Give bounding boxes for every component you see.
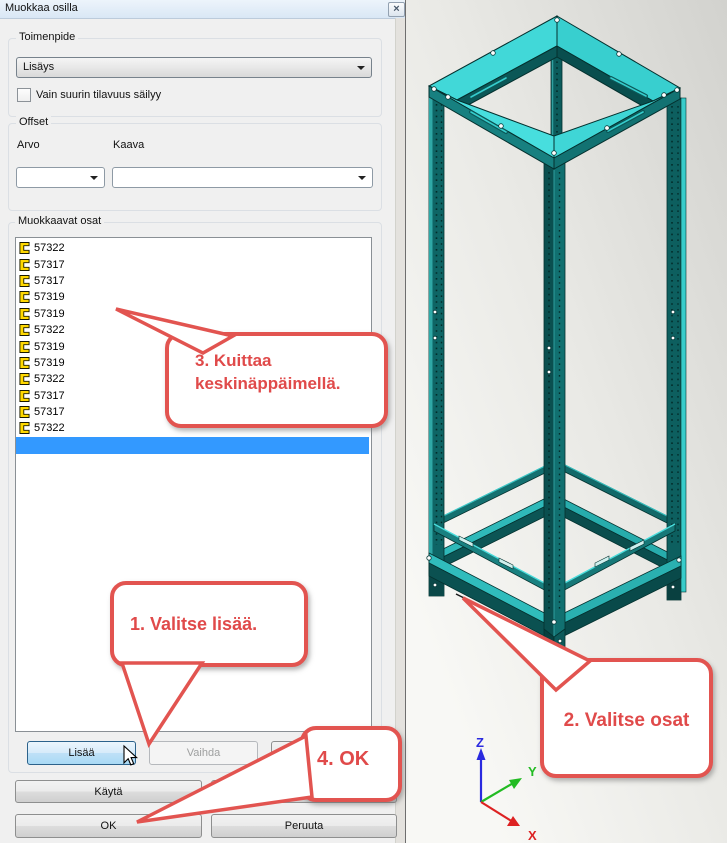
chevron-down-icon xyxy=(90,176,98,180)
group-toimenpide-label: Toimenpide xyxy=(16,31,78,43)
part-icon xyxy=(19,373,30,385)
part-icon xyxy=(19,324,30,336)
axis-y-label: Y xyxy=(528,764,537,779)
part-icon xyxy=(19,406,30,418)
group-parts-label: Muokkaavat osat xyxy=(15,215,104,227)
app-screen: Muokkaa osilla × Toimenpide Lisäys Vain … xyxy=(0,0,727,843)
arvo-combobox[interactable] xyxy=(16,167,105,188)
part-id: 57319 xyxy=(34,308,65,320)
list-item[interactable]: 57322 xyxy=(16,240,371,256)
kaava-combobox[interactable] xyxy=(112,167,373,188)
part-icon xyxy=(19,259,30,271)
rack-front-post[interactable] xyxy=(544,160,565,666)
callout-step4: 4. OK xyxy=(300,726,402,802)
part-id: 57322 xyxy=(34,373,65,385)
part-id: 57319 xyxy=(34,357,65,369)
rack-left-post[interactable] xyxy=(429,96,444,596)
part-id: 57317 xyxy=(34,390,65,402)
part-icon xyxy=(19,341,30,353)
part-icon xyxy=(19,308,30,320)
part-icon xyxy=(19,291,30,303)
part-icon xyxy=(19,275,30,287)
callout-step3: 3. Kuittaa keskinäppäimellä. xyxy=(165,332,388,428)
part-id: 57322 xyxy=(34,242,65,254)
keep-largest-volume-checkbox[interactable] xyxy=(17,88,31,102)
part-icon xyxy=(19,390,30,402)
part-id: 57322 xyxy=(34,324,65,336)
peruuta-button[interactable]: Peruuta xyxy=(211,814,397,838)
part-id: 57322 xyxy=(34,422,65,434)
dialog-title: Muokkaa osilla xyxy=(5,2,78,14)
callout-step1: 1. Valitse lisää. xyxy=(110,581,308,667)
list-item[interactable]: 57319 xyxy=(16,289,371,305)
operation-value: Lisäys xyxy=(23,61,54,73)
selected-row[interactable] xyxy=(16,437,369,454)
list-item[interactable]: 57317 xyxy=(16,273,371,289)
chevron-down-icon xyxy=(358,176,366,180)
list-item[interactable]: 57317 xyxy=(16,256,371,272)
part-id: 57319 xyxy=(34,341,65,353)
vaihda-button[interactable]: Vaihda xyxy=(149,741,258,765)
keep-largest-volume-label: Vain suurin tilavuus säilyy xyxy=(36,89,161,101)
arvo-label: Arvo xyxy=(17,139,40,151)
part-id: 57317 xyxy=(34,259,65,271)
chevron-down-icon xyxy=(357,66,365,70)
group-offset-label: Offset xyxy=(16,116,51,128)
part-id: 57317 xyxy=(34,406,65,418)
axis-triad: Z Y X xyxy=(476,735,537,843)
kayta-button[interactable]: Käytä xyxy=(15,780,202,803)
lisaa-button[interactable]: Lisää xyxy=(27,741,136,765)
part-icon xyxy=(19,242,30,254)
list-item[interactable]: 57319 xyxy=(16,306,371,322)
axis-z-label: Z xyxy=(476,735,484,750)
part-icon xyxy=(19,422,30,434)
part-icon xyxy=(19,357,30,369)
callout-step2: 2. Valitse osat xyxy=(540,658,713,778)
part-id: 57319 xyxy=(34,291,65,303)
close-icon[interactable]: × xyxy=(388,2,405,17)
kaava-label: Kaava xyxy=(113,139,144,151)
operation-combobox[interactable]: Lisäys xyxy=(16,57,372,78)
ok-button[interactable]: OK xyxy=(15,814,202,838)
axis-x-label: X xyxy=(528,828,537,843)
rack-right-post[interactable] xyxy=(667,98,686,600)
part-id: 57317 xyxy=(34,275,65,287)
